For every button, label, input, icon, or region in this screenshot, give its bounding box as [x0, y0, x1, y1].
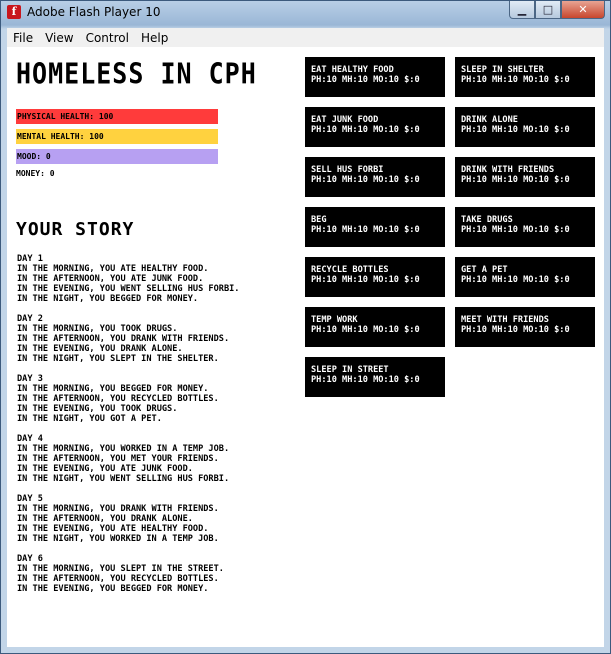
- story-line: In the morning, you drank with friends.: [17, 504, 219, 514]
- story-line: In the morning, you worked in a temp job…: [17, 444, 230, 454]
- story-line: In the night, you slept in the shelter.: [17, 354, 219, 364]
- menu-file[interactable]: File: [7, 31, 39, 45]
- action-stats: PH:10 MH:10 MO:10 $:0: [461, 75, 570, 85]
- story-line: In the afternoon, you met your friends.: [17, 454, 219, 464]
- story-day-heading: Day 4: [17, 434, 43, 444]
- action-stats: PH:10 MH:10 MO:10 $:0: [311, 225, 420, 235]
- story-line: In the evening, you took drugs.: [17, 404, 178, 414]
- action-label: Drink with friends: [461, 165, 555, 175]
- action-button[interactable]: Beg PH:10 MH:10 MO:10 $:0: [305, 207, 445, 247]
- action-stats: PH:10 MH:10 MO:10 $:0: [311, 375, 420, 385]
- physical-health-bar: Physical health: 100: [16, 109, 218, 124]
- story-line: In the morning, you took drugs.: [17, 324, 178, 334]
- action-label: Eat healthy food: [311, 65, 394, 75]
- story-line: In the afternoon, you recycled bottles.: [17, 574, 219, 584]
- action-stats: PH:10 MH:10 MO:10 $:0: [461, 125, 570, 135]
- action-stats: PH:10 MH:10 MO:10 $:0: [461, 275, 570, 285]
- action-button[interactable]: Recycle bottles PH:10 MH:10 MO:10 $:0: [305, 257, 445, 297]
- action-label: Recycle bottles: [311, 265, 389, 275]
- maximize-icon: □: [542, 3, 554, 16]
- action-button[interactable]: Sell Hus Forbi PH:10 MH:10 MO:10 $:0: [305, 157, 445, 197]
- action-buttons: Eat healthy food PH:10 MH:10 MO:10 $:0 Eat…: [305, 57, 595, 397]
- story-line: In the evening, you went selling Hus For…: [17, 284, 240, 294]
- story-day: Day 6 In the morning, you slept in the st…: [17, 554, 239, 594]
- story-line: In the night, you got a pet.: [17, 414, 162, 424]
- action-label: Eat junk food: [311, 115, 379, 125]
- action-button[interactable]: Eat healthy food PH:10 MH:10 MO:10 $:0: [305, 57, 445, 97]
- story-line: In the night, you worked in a temp job.: [17, 534, 219, 544]
- mood-bar: Mood: 0: [16, 149, 218, 164]
- action-label: Meet with friends: [461, 315, 549, 325]
- story-line: In the afternoon, you recycled bottles.: [17, 394, 219, 404]
- action-stats: PH:10 MH:10 MO:10 $:0: [461, 175, 570, 185]
- action-button[interactable]: Drink with friends PH:10 MH:10 MO:10 $:0: [455, 157, 595, 197]
- story-line: In the evening, you begged for money.: [17, 584, 209, 594]
- story-day: Day 3 In the morning, you begged for mone…: [17, 374, 239, 424]
- money-value: Money: 0: [16, 169, 55, 178]
- menu-bar: File View Control Help: [7, 28, 604, 47]
- story-day: Day 4 In the morning, you worked in a tem…: [17, 434, 239, 484]
- action-button[interactable]: Temp work PH:10 MH:10 MO:10 $:0: [305, 307, 445, 347]
- story-line: In the afternoon, you drank alone.: [17, 514, 193, 524]
- action-stats: PH:10 MH:10 MO:10 $:0: [311, 275, 420, 285]
- action-label: Beg: [311, 215, 327, 225]
- story-day-heading: Day 3: [17, 374, 43, 384]
- story-day-heading: Day 6: [17, 554, 43, 564]
- story-title: Your Story: [16, 219, 135, 240]
- action-label: Sleep in street: [311, 365, 389, 375]
- story-line: In the night, you begged for money.: [17, 294, 199, 304]
- action-stats: PH:10 MH:10 MO:10 $:0: [311, 125, 420, 135]
- maximize-button[interactable]: □: [535, 1, 561, 19]
- action-label: Drink alone: [461, 115, 518, 125]
- story-line: In the afternoon, you ate junk food.: [17, 274, 204, 284]
- action-button[interactable]: Get a pet PH:10 MH:10 MO:10 $:0: [455, 257, 595, 297]
- action-button[interactable]: Drink alone PH:10 MH:10 MO:10 $:0: [455, 107, 595, 147]
- title-bar[interactable]: f Adobe Flash Player 10 ▁ □ ✕: [1, 1, 610, 27]
- story-log: Day 1 In the morning, you ate healthy foo…: [17, 254, 239, 604]
- action-button[interactable]: Take drugs PH:10 MH:10 MO:10 $:0: [455, 207, 595, 247]
- menu-control[interactable]: Control: [80, 31, 135, 45]
- flash-icon: f: [7, 5, 21, 19]
- action-label: Temp work: [311, 315, 358, 325]
- action-stats: PH:10 MH:10 MO:10 $:0: [461, 325, 570, 335]
- story-day: Day 5 In the morning, you drank with frie…: [17, 494, 239, 544]
- story-day-heading: Day 2: [17, 314, 43, 324]
- menu-help[interactable]: Help: [135, 31, 174, 45]
- story-day-heading: Day 1: [17, 254, 43, 264]
- flash-player-window: f Adobe Flash Player 10 ▁ □ ✕ File View …: [0, 0, 611, 654]
- action-label: Get a pet: [461, 265, 508, 275]
- action-stats: PH:10 MH:10 MO:10 $:0: [311, 175, 420, 185]
- action-label: Sell Hus Forbi: [311, 165, 384, 175]
- close-button[interactable]: ✕: [561, 1, 605, 19]
- story-day-heading: Day 5: [17, 494, 43, 504]
- action-stats: PH:10 MH:10 MO:10 $:0: [311, 325, 420, 335]
- story-day: Day 1 In the morning, you ate healthy foo…: [17, 254, 239, 304]
- action-button[interactable]: Meet with friends PH:10 MH:10 MO:10 $:0: [455, 307, 595, 347]
- action-button[interactable]: Sleep in shelter PH:10 MH:10 MO:10 $:0: [455, 57, 595, 97]
- story-line: In the night, you went selling Hus Forbi…: [17, 474, 230, 484]
- window-title: Adobe Flash Player 10: [27, 5, 161, 19]
- story-line: In the evening, you ate junk food.: [17, 464, 193, 474]
- story-line: In the afternoon, you drank with friends…: [17, 334, 230, 344]
- menu-view[interactable]: View: [39, 31, 79, 45]
- action-stats: PH:10 MH:10 MO:10 $:0: [311, 75, 420, 85]
- action-stats: PH:10 MH:10 MO:10 $:0: [461, 225, 570, 235]
- story-day: Day 2 In the morning, you took drugs. In t…: [17, 314, 239, 364]
- story-line: In the morning, you begged for money.: [17, 384, 209, 394]
- action-label: Sleep in shelter: [461, 65, 544, 75]
- action-label: Take drugs: [461, 215, 513, 225]
- action-button[interactable]: Eat junk food PH:10 MH:10 MO:10 $:0: [305, 107, 445, 147]
- story-line: In the morning, you slept in the street.: [17, 564, 224, 574]
- game-stage: Homeless in CPH Physical health: 100 Men…: [7, 47, 604, 647]
- game-title: Homeless in CPH: [16, 56, 257, 91]
- story-line: In the evening, you drank alone.: [17, 344, 183, 354]
- action-button[interactable]: Sleep in street PH:10 MH:10 MO:10 $:0: [305, 357, 445, 397]
- minimize-icon: ▁: [517, 3, 527, 16]
- close-icon: ✕: [578, 3, 588, 16]
- story-line: In the evening, you ate healthy food.: [17, 524, 209, 534]
- story-line: In the morning, you ate healthy food.: [17, 264, 209, 274]
- mental-health-bar: Mental health: 100: [16, 129, 218, 144]
- minimize-button[interactable]: ▁: [509, 1, 535, 19]
